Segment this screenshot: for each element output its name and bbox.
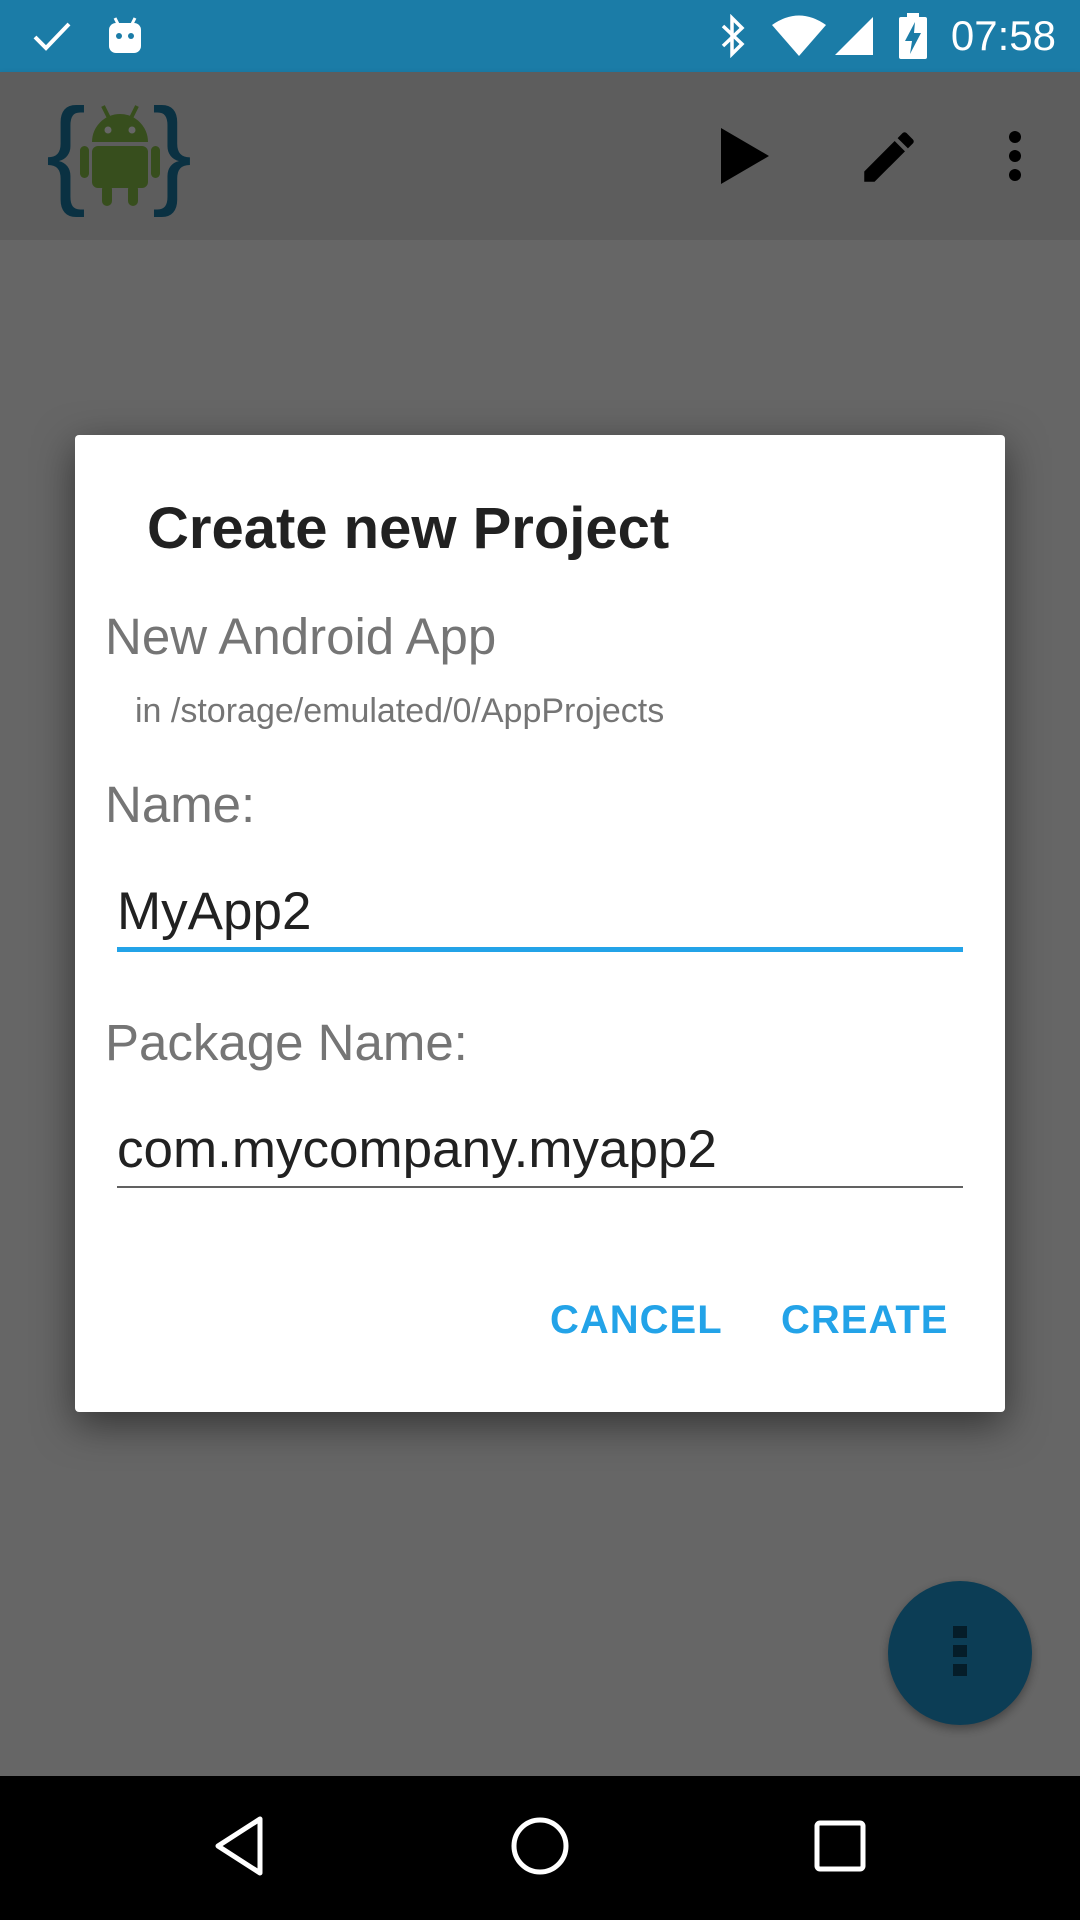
wifi-icon bbox=[770, 0, 828, 72]
name-input-underline bbox=[117, 947, 963, 952]
screen: 07:58 { } bbox=[0, 0, 1080, 1920]
name-label: Name: bbox=[105, 776, 256, 833]
create-button[interactable]: CREATE bbox=[781, 1298, 948, 1343]
project-path-label: in /storage/emulated/0/AppProjects bbox=[135, 692, 665, 730]
package-name-input-underline bbox=[117, 1186, 963, 1188]
package-name-input[interactable] bbox=[117, 1111, 963, 1187]
bluetooth-icon bbox=[718, 0, 748, 72]
android-notification-icon bbox=[105, 0, 145, 72]
status-bar: 07:58 bbox=[0, 0, 1080, 72]
back-button[interactable] bbox=[160, 1776, 320, 1920]
battery-charging-icon bbox=[898, 0, 928, 72]
package-name-label: Package Name: bbox=[105, 1014, 468, 1071]
home-icon bbox=[508, 1814, 572, 1883]
name-input[interactable] bbox=[117, 873, 963, 949]
recents-icon bbox=[812, 1818, 868, 1879]
cell-signal-icon bbox=[832, 0, 876, 72]
recents-button[interactable] bbox=[760, 1776, 920, 1920]
dialog-title: Create new Project bbox=[147, 496, 670, 561]
home-button[interactable] bbox=[460, 1776, 620, 1920]
back-icon bbox=[210, 1814, 270, 1883]
create-project-dialog: Create new Project New Android App in /s… bbox=[75, 435, 1005, 1412]
cancel-button[interactable]: CANCEL bbox=[550, 1298, 723, 1343]
nav-bar bbox=[0, 1776, 1080, 1920]
check-icon bbox=[30, 0, 74, 72]
status-time: 07:58 bbox=[950, 12, 1056, 59]
project-type-label: New Android App bbox=[105, 608, 497, 665]
